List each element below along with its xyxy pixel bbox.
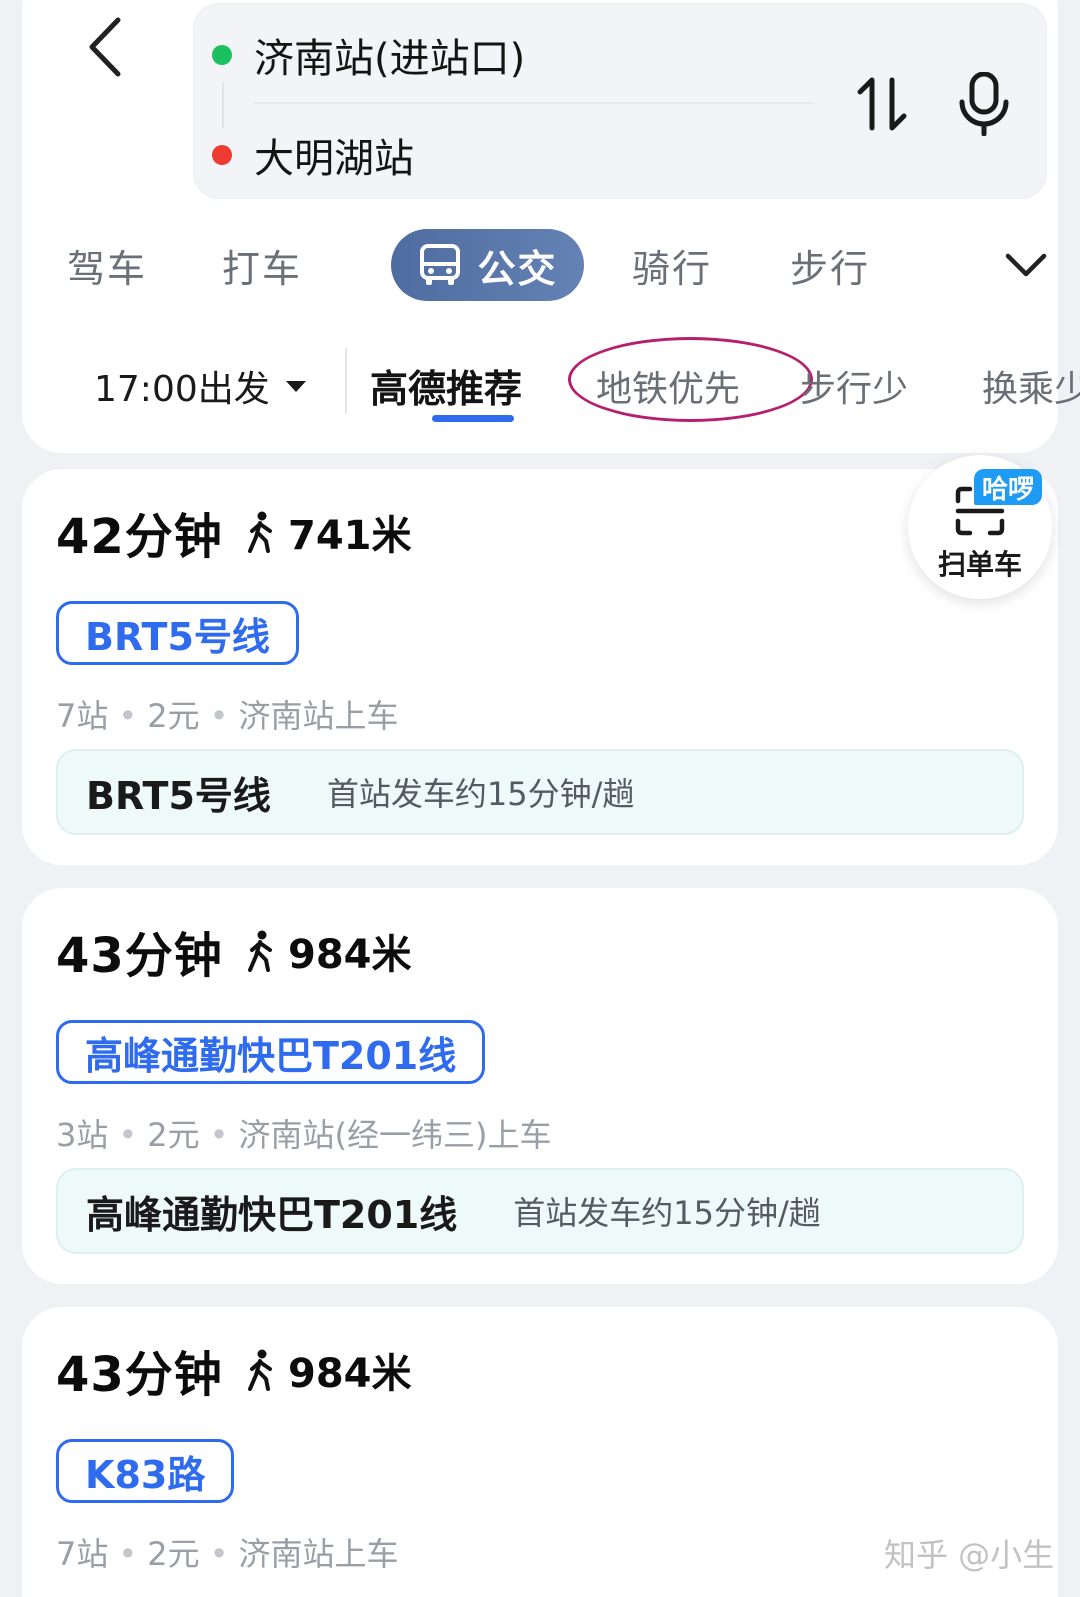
walk-distance: 741米	[246, 503, 412, 561]
line-badge[interactable]: K83路	[56, 1439, 235, 1503]
duration: 42分钟	[56, 509, 223, 565]
meta-separator: •	[118, 697, 138, 735]
walking-person-icon	[248, 511, 272, 553]
filter-less-walking[interactable]: 步行少	[800, 360, 908, 412]
scan-bike-label: 扫单车	[937, 548, 1022, 581]
origin-field[interactable]: 济南站(进站口)	[212, 26, 525, 84]
swap-icon[interactable]	[854, 74, 910, 134]
meta-separator: •	[209, 1535, 229, 1573]
walking-person-icon	[248, 930, 272, 972]
walking-person-icon	[248, 1349, 272, 1391]
stop-count: 7站	[56, 697, 109, 735]
caret-down-icon	[285, 380, 306, 392]
frequency-box: BRT5号线 首站发车约15分钟/趟	[56, 749, 1024, 835]
route-input-box: 济南站(进站口) 大明湖站	[193, 3, 1047, 199]
walk-distance-text: 741米	[288, 513, 412, 559]
route-meta: 7站 • 2元 • 济南站上车	[56, 1529, 399, 1575]
back-arrow-icon[interactable]	[82, 14, 134, 80]
origin-dot-icon	[212, 45, 232, 65]
watermark: 知乎 @小生	[884, 1536, 1055, 1574]
tab-transit[interactable]: 公交	[391, 229, 584, 301]
duration: 43分钟	[56, 928, 223, 984]
frequency-box: 高峰通勤快巴T201线 首站发车约15分钟/趟	[56, 1168, 1024, 1254]
filter-divider	[345, 348, 347, 414]
boarding-station: 济南站上车	[238, 697, 399, 735]
stop-count: 3站	[56, 1116, 109, 1154]
meta-separator: •	[118, 1116, 138, 1154]
bus-icon	[420, 244, 461, 285]
stop-count: 7站	[56, 1535, 109, 1573]
annotation-circle	[568, 337, 813, 422]
route-meta: 7站 • 2元 • 济南站上车	[56, 691, 399, 737]
line-badge[interactable]: 高峰通勤快巴T201线	[56, 1020, 486, 1084]
route-meta: 3站 • 2元 • 济南站(经一纬三)上车	[56, 1110, 551, 1156]
meta-separator: •	[118, 1535, 138, 1573]
tab-taxi[interactable]: 打车	[222, 238, 302, 293]
boarding-station: 济南站(经一纬三)上车	[238, 1116, 552, 1154]
frequency-text: 首站发车约15分钟/趟	[326, 775, 635, 813]
tab-bike[interactable]: 骑行	[632, 238, 712, 293]
fare: 2元	[147, 1535, 200, 1573]
meta-separator: •	[209, 697, 229, 735]
origin-text: 济南站(进站口)	[254, 36, 526, 82]
walk-distance-text: 984米	[288, 1351, 412, 1397]
scan-bike-button[interactable]: 哈啰 扫单车	[908, 455, 1052, 599]
line-badge[interactable]: BRT5号线	[56, 601, 299, 665]
walk-distance-text: 984米	[288, 932, 412, 978]
hellobike-badge: 哈啰	[974, 469, 1043, 505]
chevron-down-icon[interactable]	[1004, 250, 1048, 280]
frequency-line-name: BRT5号线	[86, 773, 271, 818]
result-card[interactable]: 42分钟 741米 BRT5号线 7站 • 2元 • 济南站上车 BRT5号线 首站发车…	[22, 469, 1058, 865]
walk-distance: 984米	[246, 922, 412, 980]
frequency-line-name: 高峰通勤快巴T201线	[86, 1192, 458, 1237]
filter-fewer-transfers-clip: 换乘少	[982, 350, 1080, 420]
route-divider	[254, 102, 814, 104]
tab-walk[interactable]: 步行	[790, 238, 870, 293]
destination-dot-icon	[212, 145, 232, 165]
result-card[interactable]: 43分钟 984米 高峰通勤快巴T201线 3站 • 2元 • 济南站(经一纬三)上车 …	[22, 888, 1058, 1284]
destination-text: 大明湖站	[254, 136, 414, 182]
frequency-text: 首站发车约15分钟/趟	[513, 1194, 821, 1232]
boarding-station: 济南站上车	[238, 1535, 399, 1573]
fare: 2元	[147, 1116, 200, 1154]
route-connector	[222, 82, 224, 128]
active-filter-underline	[432, 415, 514, 422]
walk-distance: 984米	[246, 1341, 412, 1399]
depart-time-selector[interactable]: 17:00出发	[94, 360, 306, 412]
route-panel: 济南站(进站口) 大明湖站 驾车 打车 公交 骑行 步行 17:00出发 高德推…	[22, 0, 1080, 453]
tab-transit-label: 公交	[477, 246, 558, 291]
destination-field[interactable]: 大明湖站	[212, 126, 414, 184]
tab-drive[interactable]: 驾车	[67, 238, 147, 293]
duration: 43分钟	[56, 1347, 223, 1403]
filter-recommended[interactable]: 高德推荐	[370, 358, 522, 413]
microphone-icon[interactable]	[956, 72, 1012, 136]
fare: 2元	[147, 697, 200, 735]
depart-time-text: 17:00出发	[94, 369, 270, 410]
meta-separator: •	[209, 1116, 229, 1154]
filter-fewer-transfers[interactable]: 换乘少	[982, 360, 1080, 412]
